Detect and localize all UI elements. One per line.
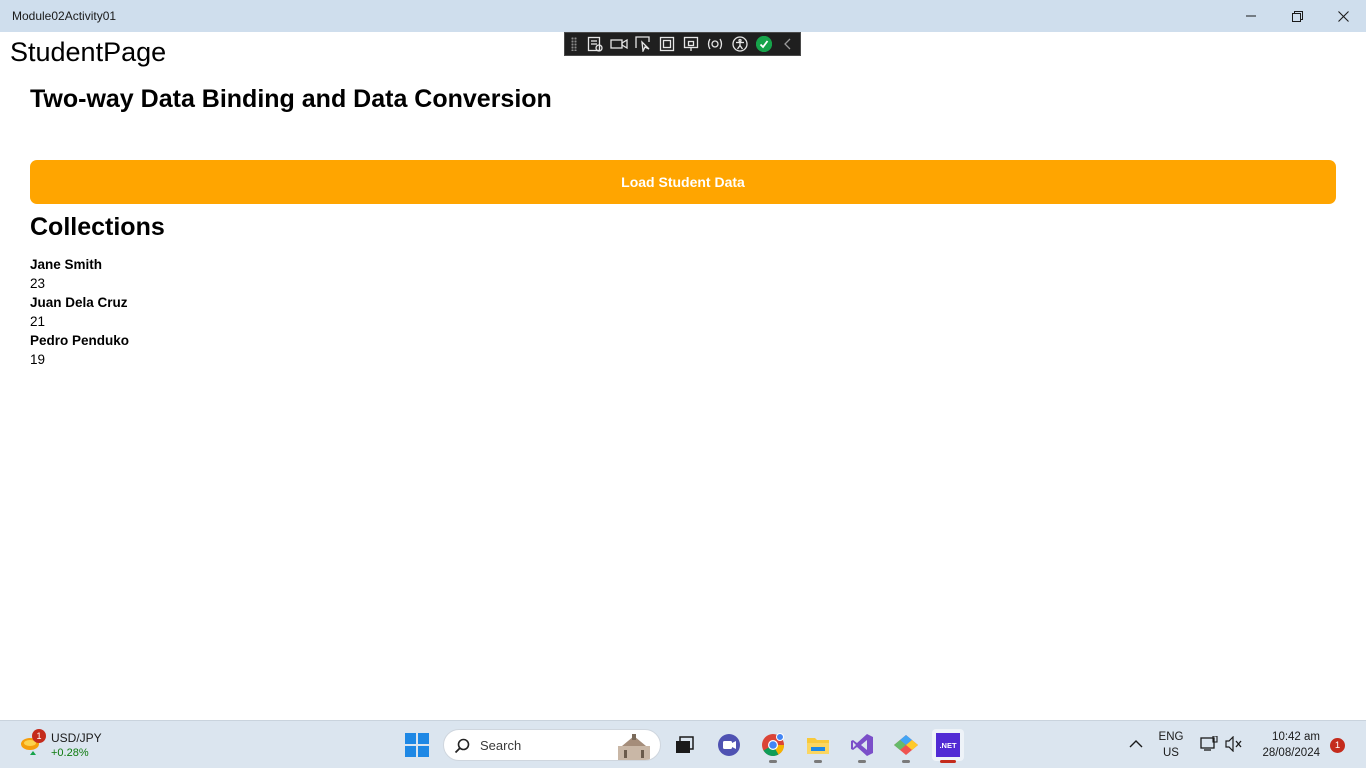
track-focus-icon	[684, 36, 699, 51]
hot-reload-ok-icon	[755, 36, 772, 52]
task-view-icon	[676, 736, 694, 753]
collections-heading: Collections	[30, 213, 165, 241]
student-list: Jane Smith 23 Juan Dela Cruz 21 Pedro Pe…	[30, 257, 129, 371]
taskbar-dotnet-app[interactable]: .NET	[932, 729, 964, 763]
student-name: Jane Smith	[30, 257, 103, 272]
accessibility-icon	[731, 36, 748, 52]
live-visual-tree-icon	[587, 36, 603, 52]
collapse-toolbar-button[interactable]	[776, 33, 800, 55]
network-icon	[1200, 735, 1218, 751]
taskbar-search[interactable]: Search	[443, 729, 661, 761]
record-button[interactable]	[607, 33, 631, 55]
input-language[interactable]: ENG US	[1156, 729, 1186, 761]
dotnet-label: .NET	[939, 741, 957, 750]
market-widget[interactable]: 1 USD/JPY +0.28%	[16, 729, 116, 763]
show-hidden-icons-button[interactable]	[1128, 737, 1144, 756]
widget-badge: 1	[32, 729, 46, 743]
track-focus-button[interactable]	[679, 33, 703, 55]
list-item[interactable]: Juan Dela Cruz 21	[30, 295, 129, 333]
network-status[interactable]	[1200, 735, 1218, 757]
taskbar-file-explorer[interactable]	[802, 729, 834, 763]
chevron-up-icon	[1129, 740, 1143, 748]
minimize-icon	[1246, 15, 1256, 17]
list-item[interactable]: Jane Smith 23	[30, 257, 129, 295]
student-age: 23	[30, 276, 46, 291]
app-icon	[894, 735, 918, 755]
running-indicator	[902, 760, 910, 763]
running-indicator	[814, 760, 822, 763]
record-icon	[610, 38, 628, 50]
taskbar-visual-studio[interactable]	[846, 729, 878, 763]
active-indicator	[940, 760, 956, 763]
clock-date: 28/08/2024	[1262, 747, 1320, 759]
student-name: Pedro Penduko	[30, 333, 130, 348]
window-title: Module02Activity01	[12, 9, 117, 23]
title-bar: Module02Activity01	[0, 0, 1366, 32]
clock-time: 10:42 am	[1272, 731, 1320, 743]
notification-badge[interactable]: 1	[1330, 738, 1345, 753]
file-explorer-icon	[807, 738, 829, 754]
running-indicator	[769, 760, 777, 763]
page-header: StudentPage	[10, 37, 167, 67]
start-button[interactable]	[405, 733, 429, 757]
close-icon	[1337, 10, 1349, 22]
taskbar-teams[interactable]	[713, 729, 745, 761]
page-heading: Two-way Data Binding and Data Conversion	[30, 85, 552, 113]
search-highlight-icon	[618, 734, 650, 760]
currency-change: +0.28%	[51, 747, 89, 759]
binding-failures-button[interactable]	[703, 33, 727, 55]
live-visual-tree-button[interactable]	[583, 33, 607, 55]
accessibility-button[interactable]	[728, 33, 752, 55]
taskbar-task-view[interactable]	[668, 729, 700, 761]
language-code: ENG	[1158, 731, 1184, 743]
taskbar-chrome[interactable]	[757, 729, 789, 763]
windows-start-icon	[405, 733, 429, 757]
select-element-icon	[635, 36, 650, 52]
restore-button[interactable]	[1274, 0, 1320, 32]
display-layout-adorners-icon	[659, 36, 675, 52]
hot-reload-status-button[interactable]	[752, 33, 776, 55]
taskbar: 1 USD/JPY +0.28% Search .NET ENG US 10:4…	[0, 720, 1366, 768]
layout-adorners-button[interactable]	[655, 33, 679, 55]
xaml-debug-toolbar	[564, 32, 801, 56]
taskbar-app[interactable]	[890, 729, 922, 763]
student-age: 21	[30, 314, 46, 329]
taskbar-clock[interactable]: 10:42 am 28/08/2024	[1250, 729, 1320, 761]
teams-icon	[718, 734, 740, 756]
region-code: US	[1163, 747, 1179, 759]
running-indicator	[858, 760, 866, 763]
chrome-icon	[762, 733, 784, 756]
close-button[interactable]	[1320, 0, 1366, 32]
collapse-icon	[783, 38, 791, 50]
student-age: 19	[30, 352, 46, 367]
list-item[interactable]: Pedro Penduko 19	[30, 333, 129, 371]
toolbar-grip[interactable]	[571, 37, 577, 51]
volume-muted-icon	[1225, 735, 1242, 753]
student-name: Juan Dela Cruz	[30, 295, 128, 310]
binding-failures-icon	[708, 38, 723, 50]
minimize-button[interactable]	[1228, 0, 1274, 32]
load-student-data-button[interactable]: Load Student Data	[30, 160, 1336, 204]
restore-icon	[1291, 10, 1303, 22]
dotnet-app-icon: .NET	[936, 733, 960, 757]
search-icon	[454, 738, 470, 754]
visual-studio-icon	[851, 734, 873, 756]
volume-status[interactable]	[1225, 735, 1243, 757]
currency-pair: USD/JPY	[51, 731, 102, 745]
select-element-button[interactable]	[631, 33, 655, 55]
search-placeholder: Search	[480, 738, 522, 753]
